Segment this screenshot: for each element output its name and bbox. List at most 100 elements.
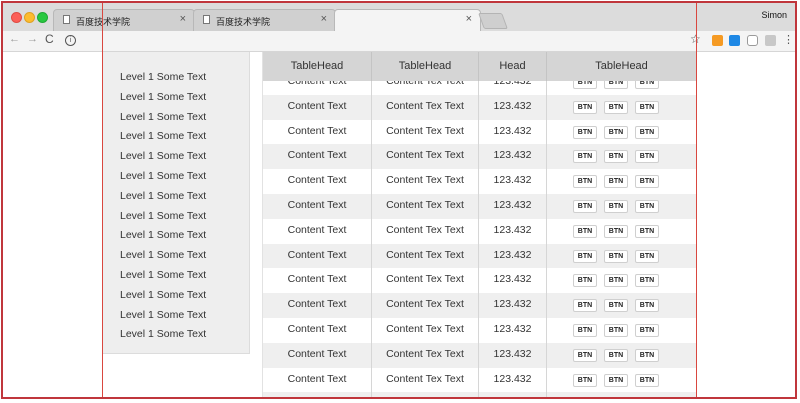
table-cell: Content Tex Text bbox=[371, 94, 478, 120]
layout-guide-line bbox=[696, 3, 697, 397]
sidebar-item[interactable]: Level 1 Some Text bbox=[120, 111, 206, 123]
browser-tab-active[interactable]: × bbox=[334, 9, 481, 32]
row-action-button[interactable]: BTN bbox=[573, 224, 597, 238]
row-action-button[interactable]: BTN bbox=[573, 324, 597, 337]
row-action-button[interactable]: BTN bbox=[573, 100, 597, 114]
row-action-button[interactable]: BTN bbox=[604, 150, 628, 164]
row-action-button[interactable]: BTN bbox=[604, 249, 628, 263]
tab-title: 百度技术学院 bbox=[216, 17, 271, 27]
close-window-button[interactable] bbox=[11, 12, 22, 23]
sidebar-item[interactable]: Level 1 Some Text bbox=[120, 190, 206, 202]
sidebar-item[interactable]: Level 1 Some Text bbox=[120, 91, 206, 103]
tab-close-icon[interactable]: × bbox=[180, 13, 186, 25]
table-row: Content TextContent Tex Text123.432BTNBT… bbox=[263, 218, 696, 244]
row-action-button[interactable]: BTN bbox=[573, 274, 597, 288]
row-action-button[interactable]: BTN bbox=[635, 324, 659, 337]
row-action-button[interactable]: BTN bbox=[635, 249, 659, 263]
row-action-button[interactable]: BTN bbox=[573, 249, 597, 263]
tab-close-icon[interactable]: × bbox=[466, 13, 472, 25]
table-header-cell[interactable]: TableHead bbox=[371, 52, 478, 81]
table-row: Content TextContent Tex Text123.432BTNBT… bbox=[263, 144, 696, 170]
profile-name[interactable]: Simon bbox=[761, 10, 787, 20]
table-cell: Content Text bbox=[287, 149, 347, 162]
browser-tab[interactable]: 百度技术学院 × bbox=[53, 9, 195, 31]
sidebar: Level 1 Some Text Level 1 Some Text Level … bbox=[103, 52, 250, 354]
row-action-button[interactable]: BTN bbox=[635, 373, 659, 387]
tab-strip: 百度技术学院 × 百度技术学院 × × Simon bbox=[3, 3, 795, 32]
row-action-button[interactable]: BTN bbox=[573, 175, 597, 189]
table-cell: Content Text bbox=[287, 223, 347, 236]
row-action-button[interactable]: BTN bbox=[635, 150, 659, 164]
table-cell: Content Text bbox=[287, 174, 347, 187]
row-action-button[interactable]: BTN bbox=[573, 348, 597, 362]
table-cell: 123.432 bbox=[478, 94, 546, 120]
page-icon bbox=[203, 15, 210, 24]
table-cell: Content Tex Text bbox=[371, 293, 478, 319]
row-action-button[interactable]: BTN bbox=[573, 398, 597, 399]
row-action-button[interactable]: BTN bbox=[604, 324, 628, 337]
table-row: Content TextContent Tex Text123.432BTNBT… bbox=[263, 293, 696, 319]
table-header-cell[interactable]: TableHead bbox=[263, 52, 371, 81]
row-action-button[interactable]: BTN bbox=[573, 373, 597, 387]
table-row: Content TextContent Tex Text123.432BTNBT… bbox=[263, 169, 696, 195]
browser-toolbar: ← → C i ☆ ⋮ bbox=[3, 31, 795, 52]
row-action-button[interactable]: BTN bbox=[604, 274, 628, 288]
table-cell: 123.432 bbox=[478, 243, 546, 269]
row-action-button[interactable]: BTN bbox=[604, 373, 628, 387]
reload-icon[interactable]: C bbox=[45, 32, 54, 46]
sidebar-item[interactable]: Level 1 Some Text bbox=[120, 269, 206, 281]
menu-dots-icon[interactable]: ⋮ bbox=[783, 33, 794, 46]
row-action-button[interactable]: BTN bbox=[604, 348, 628, 362]
extension-icon[interactable] bbox=[765, 35, 776, 46]
sidebar-item[interactable]: Level 1 Some Text bbox=[120, 210, 206, 222]
table-actions-cell: BTN BTN BTN bbox=[546, 268, 696, 294]
table-cell: 123.432 bbox=[478, 119, 546, 145]
row-action-button[interactable]: BTN bbox=[635, 175, 659, 189]
table-actions-cell: BTN BTN BTN bbox=[546, 169, 696, 195]
row-action-button[interactable]: BTN bbox=[604, 100, 628, 114]
sidebar-item[interactable]: Level 1 Some Text bbox=[120, 71, 206, 83]
sidebar-item[interactable]: Level 1 Some Text bbox=[120, 170, 206, 182]
extension-shield-icon[interactable] bbox=[747, 35, 758, 46]
row-action-button[interactable]: BTN bbox=[573, 125, 597, 139]
table-cell: 123.432 bbox=[478, 318, 546, 343]
info-icon[interactable]: i bbox=[65, 35, 76, 46]
row-action-button[interactable]: BTN bbox=[635, 398, 659, 399]
table-header-cell[interactable]: Head bbox=[478, 52, 546, 81]
sidebar-item[interactable]: Level 1 Some Text bbox=[120, 249, 206, 261]
row-action-button[interactable]: BTN bbox=[604, 398, 628, 399]
row-action-button[interactable]: BTN bbox=[604, 224, 628, 238]
row-action-button[interactable]: BTN bbox=[635, 274, 659, 288]
tab-close-icon[interactable]: × bbox=[321, 13, 327, 25]
forward-arrow-icon[interactable]: → bbox=[27, 33, 38, 45]
sidebar-item[interactable]: Level 1 Some Text bbox=[120, 328, 206, 340]
table-cell: Content Text bbox=[287, 124, 347, 137]
row-action-button[interactable]: BTN bbox=[604, 175, 628, 189]
row-action-button[interactable]: BTN bbox=[573, 200, 597, 213]
table-cell: Content Tex Text bbox=[371, 169, 478, 195]
minimize-window-button[interactable] bbox=[24, 12, 35, 23]
zoom-window-button[interactable] bbox=[37, 12, 48, 23]
row-action-button[interactable]: BTN bbox=[604, 200, 628, 213]
row-action-button[interactable]: BTN bbox=[635, 224, 659, 238]
table-header-cell[interactable]: TableHead bbox=[546, 52, 696, 81]
sidebar-item[interactable]: Level 1 Some Text bbox=[120, 150, 206, 162]
row-action-button[interactable]: BTN bbox=[635, 348, 659, 362]
row-action-button[interactable]: BTN bbox=[573, 299, 597, 313]
new-tab-button[interactable] bbox=[478, 13, 508, 29]
row-action-button[interactable]: BTN bbox=[635, 125, 659, 139]
extension-icon[interactable] bbox=[712, 35, 723, 46]
row-action-button[interactable]: BTN bbox=[635, 299, 659, 313]
browser-tab[interactable]: 百度技术学院 × bbox=[193, 9, 336, 31]
sidebar-item[interactable]: Level 1 Some Text bbox=[120, 229, 206, 241]
row-action-button[interactable]: BTN bbox=[604, 125, 628, 139]
back-arrow-icon[interactable]: ← bbox=[9, 33, 20, 45]
row-action-button[interactable]: BTN bbox=[635, 100, 659, 114]
row-action-button[interactable]: BTN bbox=[635, 200, 659, 213]
sidebar-item[interactable]: Level 1 Some Text bbox=[120, 130, 206, 142]
row-action-button[interactable]: BTN bbox=[573, 150, 597, 164]
extension-icon[interactable] bbox=[729, 35, 740, 46]
row-action-button[interactable]: BTN bbox=[604, 299, 628, 313]
sidebar-item[interactable]: Level 1 Some Text bbox=[120, 309, 206, 321]
sidebar-item[interactable]: Level 1 Some Text bbox=[120, 289, 206, 301]
